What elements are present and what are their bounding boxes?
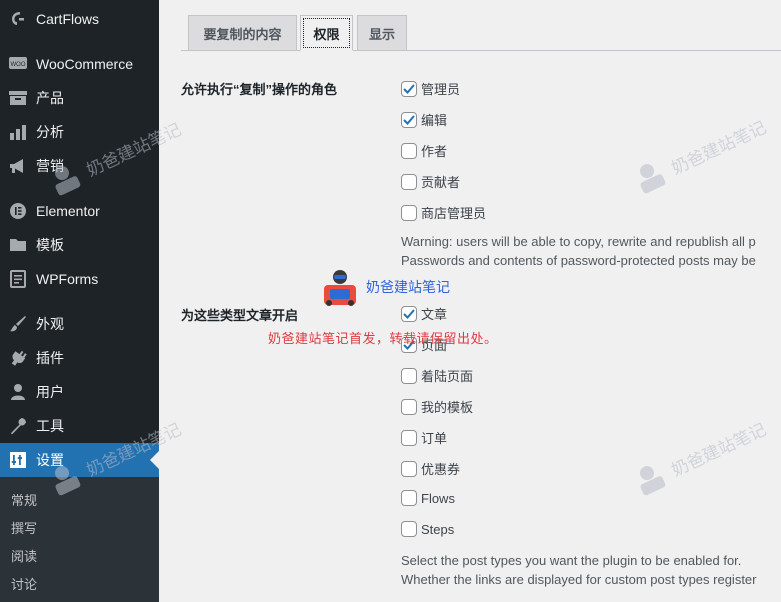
cartflows-icon	[0, 9, 36, 29]
author-stamp: 奶爸建站笔记	[320, 267, 450, 307]
checkbox-label: 贡献者	[421, 175, 461, 190]
sidebar-item-label: 插件	[36, 350, 64, 366]
sidebar-item-templates[interactable]: 模板	[0, 228, 159, 262]
role-option[interactable]: 贡献者	[401, 172, 460, 191]
checkbox-label: 着陆页面	[421, 369, 474, 384]
checkbox[interactable]	[401, 398, 417, 415]
checkbox[interactable]	[401, 204, 417, 221]
checkbox-label: Flows	[421, 490, 455, 506]
checkbox-label: 作者	[421, 144, 448, 159]
wrench-icon	[0, 417, 36, 435]
sidebar-item-label: 产品	[36, 90, 64, 106]
roles-warning-line-2: Passwords and contents of password-prote…	[401, 253, 756, 268]
checkbox[interactable]	[401, 142, 417, 159]
role-option[interactable]: 商店管理员	[401, 203, 486, 222]
checkmark-icon	[403, 308, 415, 319]
post-types-label: 为这些类型文章开启	[181, 308, 299, 323]
sidebar-item-label: 外观	[36, 316, 64, 332]
settings-submenu: 常规 撰写 阅读 讨论	[0, 477, 159, 602]
sidebar-item-label: 工具	[36, 418, 64, 434]
checkbox[interactable]	[401, 521, 417, 537]
plugin-icon	[0, 349, 36, 367]
submenu-item-discussion[interactable]: 讨论	[11, 574, 37, 593]
sidebar-item-elementor[interactable]: Elementor	[0, 194, 159, 228]
role-option[interactable]: 编辑	[401, 110, 447, 129]
post-types-desc-line-1: Select the post types you want the plugi…	[401, 553, 742, 568]
sidebar-item-wpforms[interactable]: WPForms	[0, 262, 159, 296]
sidebar-item-products[interactable]: 产品	[0, 81, 159, 115]
post-type-option[interactable]: Flows	[401, 490, 455, 506]
sidebar-item-label: WooCommerce	[36, 56, 133, 72]
checkbox[interactable]	[401, 490, 417, 506]
sidebar-item-label: 分析	[36, 124, 64, 140]
post-type-option[interactable]: 订单	[401, 428, 447, 447]
post-types-desc-line-2: Whether the links are displayed for cust…	[401, 572, 757, 587]
role-option[interactable]: 作者	[401, 141, 447, 160]
megaphone-icon	[0, 158, 36, 174]
checkbox-label: 我的模板	[421, 400, 474, 415]
tab-display[interactable]: 显示	[357, 15, 407, 51]
paintbrush-icon	[0, 315, 36, 333]
checkbox-label: 商店管理员	[421, 206, 487, 221]
post-type-option[interactable]: 我的模板	[401, 397, 473, 416]
tab-what-to-copy[interactable]: 要复制的内容	[188, 15, 297, 51]
checkbox-label: 管理员	[421, 82, 461, 97]
stamp-text: 奶爸建站笔记	[366, 279, 450, 295]
woocommerce-icon: WOO	[0, 56, 36, 72]
checkbox-label: 编辑	[421, 113, 448, 128]
repost-notice: 奶爸建站笔记首发，转载请保留出处。	[268, 331, 498, 346]
checkbox[interactable]	[401, 305, 417, 322]
archive-icon	[0, 90, 36, 106]
sidebar-item-label: WPForms	[36, 271, 99, 287]
submenu-item-general[interactable]: 常规	[11, 490, 37, 509]
tab-label: 要复制的内容	[203, 26, 282, 42]
sidebar-item-plugins[interactable]: 插件	[0, 341, 159, 375]
svg-text:WOO: WOO	[11, 62, 26, 68]
submenu-item-reading[interactable]: 阅读	[11, 546, 37, 565]
checkbox[interactable]	[401, 429, 417, 446]
sidebar-item-label: Elementor	[36, 203, 100, 219]
sidebar-item-label: 模板	[36, 237, 64, 253]
checkbox[interactable]	[401, 460, 417, 477]
checkmark-icon	[403, 114, 415, 125]
settings-icon	[0, 451, 36, 469]
settings-main: 要复制的内容 权限 显示 允许执行“复制”操作的角色 管理员编辑作者贡献者商店管…	[159, 0, 781, 602]
wpforms-icon	[0, 270, 36, 288]
post-type-option[interactable]: 优惠券	[401, 459, 460, 478]
sidebar-item-appearance[interactable]: 外观	[0, 307, 159, 341]
post-type-option[interactable]: Steps	[401, 521, 454, 537]
sidebar-item-woocommerce[interactable]: WOO WooCommerce	[0, 47, 159, 81]
sidebar-item-cartflows[interactable]: CartFlows	[0, 2, 159, 36]
checkbox-label: 优惠券	[421, 462, 461, 477]
sidebar-item-users[interactable]: 用户	[0, 375, 159, 409]
tab-permissions[interactable]: 权限	[300, 15, 353, 51]
user-icon	[0, 383, 36, 401]
folder-icon	[0, 237, 36, 253]
admin-sidebar: CartFlows WOO WooCommerce 产品 分析 营销 Eleme…	[0, 0, 159, 602]
checkbox[interactable]	[401, 111, 417, 128]
mascot-icon	[324, 270, 356, 306]
post-type-option[interactable]: 着陆页面	[401, 366, 473, 385]
elementor-icon	[0, 202, 36, 220]
role-option[interactable]: 管理员	[401, 79, 460, 98]
checkbox[interactable]	[401, 173, 417, 190]
roles-warning-line-1: Warning: users will be able to copy, rew…	[401, 234, 756, 249]
checkbox-label: 订单	[421, 431, 448, 446]
bar-chart-icon	[0, 124, 36, 140]
sidebar-item-label: CartFlows	[36, 11, 100, 27]
roles-label: 允许执行“复制”操作的角色	[181, 82, 338, 97]
tab-label: 显示	[368, 26, 395, 42]
checkbox-label: Steps	[421, 521, 455, 537]
checkbox[interactable]	[401, 80, 417, 97]
submenu-item-writing[interactable]: 撰写	[11, 518, 37, 537]
focus-ring	[303, 18, 350, 48]
checkbox[interactable]	[401, 367, 417, 384]
checkmark-icon	[403, 83, 415, 94]
sidebar-item-label: 用户	[36, 384, 64, 400]
